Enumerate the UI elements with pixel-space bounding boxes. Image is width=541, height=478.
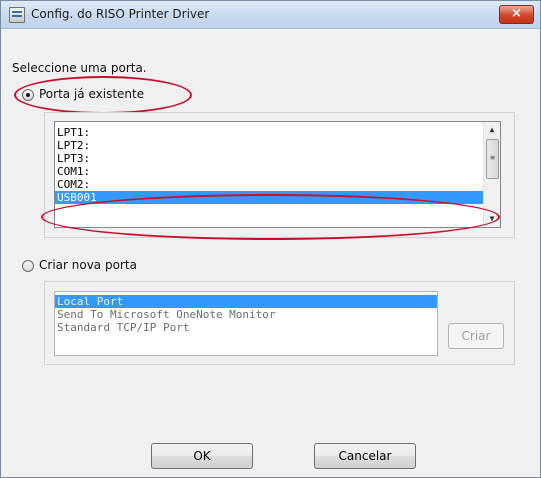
list-item[interactable]: LPT1:: [55, 126, 500, 139]
existing-port-label[interactable]: Porta já existente: [39, 87, 144, 101]
list-scrollbar[interactable]: ▲ ≡ ▼: [483, 122, 500, 227]
cancel-button[interactable]: Cancelar: [314, 443, 416, 469]
scroll-thumb[interactable]: ≡: [486, 139, 499, 179]
new-port-label[interactable]: Criar nova porta: [39, 258, 137, 272]
list-item-selected[interactable]: USB001: [55, 191, 484, 204]
list-item-selected[interactable]: Local Port: [55, 295, 437, 308]
create-port-button[interactable]: Criar: [448, 323, 504, 349]
list-item[interactable]: Standard TCP/IP Port: [55, 321, 437, 334]
existing-port-group: LPT1: LPT2: LPT3: COM1: COM2: USB001 ▲ ≡…: [44, 112, 515, 238]
scroll-down-arrow-icon[interactable]: ▼: [484, 211, 500, 227]
title-bar[interactable]: Config. do RISO Printer Driver ×: [1, 1, 540, 29]
close-button[interactable]: ×: [499, 5, 534, 24]
scroll-up-arrow-icon[interactable]: ▲: [484, 122, 500, 138]
window-title: Config. do RISO Printer Driver: [31, 7, 210, 21]
existing-port-radio[interactable]: [22, 89, 34, 101]
list-item[interactable]: COM1:: [55, 165, 500, 178]
existing-port-list[interactable]: LPT1: LPT2: LPT3: COM1: COM2: USB001 ▲ ≡…: [54, 121, 501, 228]
dialog-window: Config. do RISO Printer Driver × Selecci…: [0, 0, 541, 478]
ok-button[interactable]: OK: [151, 443, 253, 469]
list-item[interactable]: Send To Microsoft OneNote Monitor: [55, 308, 437, 321]
list-item[interactable]: COM2:: [55, 178, 500, 191]
select-port-prompt: Seleccione uma porta.: [12, 61, 147, 75]
new-port-group: Local Port Send To Microsoft OneNote Mon…: [44, 281, 515, 365]
list-item[interactable]: LPT3:: [55, 152, 500, 165]
new-port-radio[interactable]: [22, 260, 34, 272]
list-item[interactable]: LPT2:: [55, 139, 500, 152]
new-port-list[interactable]: Local Port Send To Microsoft OneNote Mon…: [54, 291, 438, 356]
printer-driver-icon: [9, 7, 25, 23]
